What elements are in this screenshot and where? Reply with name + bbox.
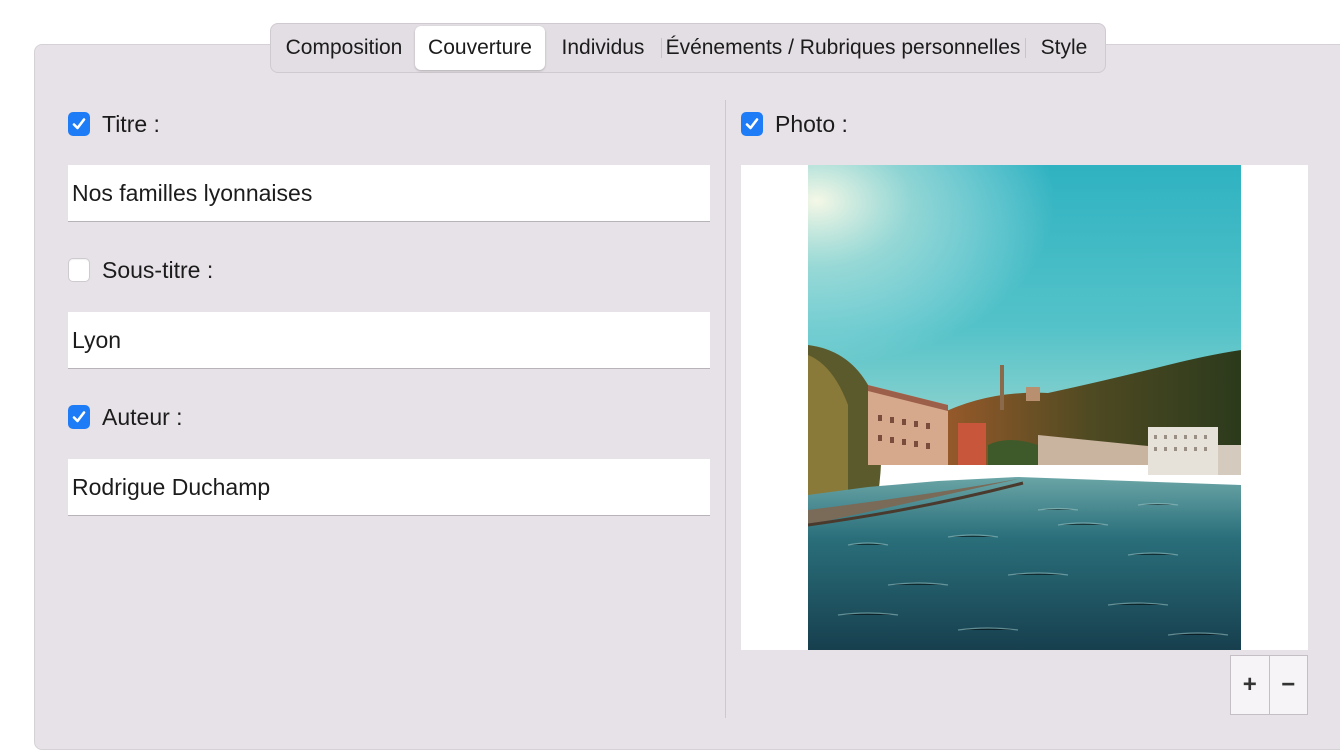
subtitle-label: Sous-titre : bbox=[102, 256, 214, 283]
tab-bar: Composition Couverture Individus Événeme… bbox=[270, 23, 1106, 73]
subtitle-checkbox-row: Sous-titre : bbox=[68, 250, 213, 290]
photo-well[interactable] bbox=[741, 165, 1308, 650]
photo-checkbox[interactable] bbox=[741, 112, 763, 136]
cover-photo bbox=[808, 165, 1241, 650]
title-label: Titre : bbox=[102, 110, 160, 137]
add-photo-button[interactable]: + bbox=[1231, 656, 1269, 714]
tab-couverture[interactable]: Couverture bbox=[415, 26, 545, 70]
cover-settings-window: Composition Couverture Individus Événeme… bbox=[0, 0, 1340, 754]
author-input[interactable]: Rodrigue Duchamp bbox=[68, 459, 710, 516]
subtitle-checkbox[interactable] bbox=[68, 258, 90, 282]
photo-label: Photo : bbox=[775, 110, 848, 137]
subtitle-input[interactable]: Lyon bbox=[68, 312, 710, 369]
title-input[interactable]: Nos familles lyonnaises bbox=[68, 165, 710, 222]
title-checkbox-row: Titre : bbox=[68, 104, 160, 144]
photo-buttons: + − bbox=[1230, 655, 1308, 715]
photo-checkbox-row: Photo : bbox=[741, 104, 848, 144]
minus-icon: − bbox=[1281, 671, 1296, 698]
remove-photo-button[interactable]: − bbox=[1268, 656, 1308, 714]
checkmark-icon bbox=[745, 118, 759, 130]
tab-style[interactable]: Style bbox=[1025, 26, 1103, 70]
checkmark-icon bbox=[72, 118, 86, 130]
tab-evenements-rubriques[interactable]: Événements / Rubriques personnelles bbox=[661, 26, 1025, 70]
author-label: Auteur : bbox=[102, 403, 183, 430]
checkmark-icon bbox=[72, 411, 86, 423]
column-divider bbox=[725, 100, 726, 718]
author-checkbox[interactable] bbox=[68, 405, 90, 429]
tab-individus[interactable]: Individus bbox=[545, 26, 661, 70]
cover-photo-river-image bbox=[808, 165, 1241, 650]
title-checkbox[interactable] bbox=[68, 112, 90, 136]
author-checkbox-row: Auteur : bbox=[68, 397, 183, 437]
tab-composition[interactable]: Composition bbox=[273, 26, 415, 70]
plus-icon: + bbox=[1242, 671, 1257, 698]
